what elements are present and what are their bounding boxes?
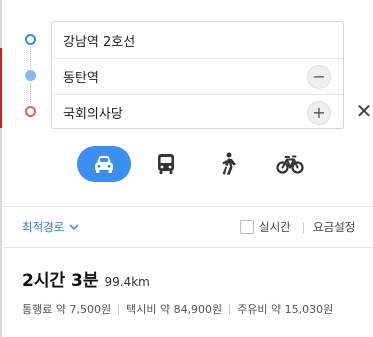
route-connector-line [30,83,31,104]
remove-waypoint-button[interactable]: − [307,65,331,89]
summary-time-row: 2시간 3분 99.4km [22,266,367,291]
waypoint-marker-icon [25,70,36,81]
bicycle-icon [276,155,304,174]
fare-settings-link[interactable]: 요금설정 [313,219,355,235]
taxi-cost: 택시비 약 84,900원 [126,303,223,316]
mode-bus-button[interactable] [139,146,193,182]
waypoint-field[interactable]: 동탄역 − [52,58,343,94]
waypoint-text[interactable]: 동탄역 [63,67,343,86]
origin-marker-icon [25,34,36,45]
walking-person-icon [222,152,236,175]
fuel-cost: 주유비 약 15,030원 [237,303,334,316]
chevron-down-icon [69,224,79,230]
destination-text[interactable]: 국회의사당 [63,103,343,122]
origin-text[interactable]: 강남역 2호선 [63,31,343,50]
origin-field[interactable]: 강남역 2호선 [52,22,343,58]
transport-mode-selector [77,146,317,182]
route-type-dropdown[interactable]: 최적경로 [22,219,79,235]
add-waypoint-button[interactable]: + [307,101,331,125]
mode-walk-button[interactable] [201,146,255,182]
realtime-checkbox[interactable] [240,220,254,234]
route-type-label: 최적경로 [22,220,65,234]
travel-duration: 2시간 3분 [22,271,99,291]
options-divider [303,222,304,234]
destination-field[interactable]: 국회의사당 + [52,94,343,130]
realtime-label[interactable]: 실시간 [259,219,291,235]
route-input-box: 강남역 2호선 동탄역 − 국회의사당 + [51,21,344,129]
toll-cost: 통행료 약 7,500원 [22,303,112,316]
mode-car-button[interactable] [77,146,131,182]
route-connector-line [30,47,31,68]
cost-divider [118,303,120,315]
route-markers [22,30,38,120]
travel-distance: 99.4km [104,275,150,289]
cost-divider [229,303,231,315]
summary-cost-row: 통행료 약 7,500원 택시비 약 84,900원 주유비 약 15,030원 [22,301,367,317]
bus-icon [158,154,174,174]
route-summary[interactable]: 2시간 3분 99.4km 통행료 약 7,500원 택시비 약 84,900원… [22,266,367,317]
mode-bike-button[interactable] [263,146,317,182]
route-options-bar: 최적경로 실시간 요금설정 [0,206,373,248]
close-icon[interactable]: ✕ [354,99,373,123]
destination-marker-icon [25,106,36,117]
route-search-panel: 강남역 2호선 동탄역 − 국회의사당 + ✕ [0,0,373,200]
car-icon [95,156,113,173]
